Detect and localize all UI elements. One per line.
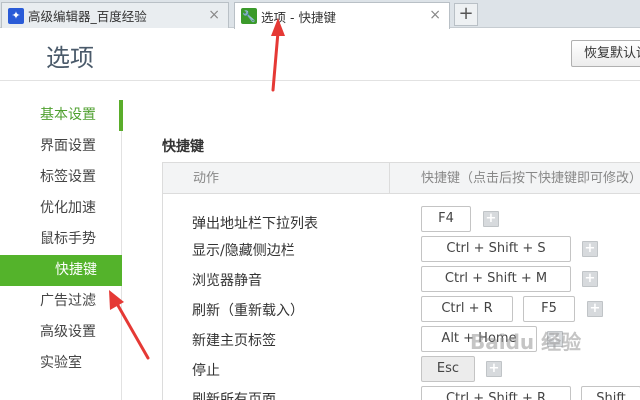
row-label: 刷新所有页面 — [192, 392, 276, 400]
sidebar-item-label: 基本设置 — [40, 107, 96, 123]
row-label: 显示/隐藏侧边栏 — [192, 243, 295, 259]
add-shortcut-icon[interactable]: + — [486, 361, 502, 377]
sidebar-item-label: 优化加速 — [40, 200, 96, 216]
sidebar-item-label: 界面设置 — [40, 138, 96, 154]
sidebar-item-label: 快捷键 — [55, 262, 97, 278]
column-header-action: 动作 — [193, 171, 220, 186]
sidebar-item-label: 实验室 — [40, 355, 82, 371]
sidebar-item-label: 标签设置 — [40, 169, 96, 185]
column-header-shortcut: 快捷键（点击后按下快捷键即可修改） — [421, 171, 640, 186]
shortcut-key-field[interactable]: Ctrl + Shift + R — [421, 386, 571, 400]
close-icon[interactable]: × — [429, 7, 441, 23]
row-label: 刷新（重新载入） — [192, 303, 304, 319]
sidebar-item-label: 鼠标手势 — [40, 231, 96, 247]
baidu-watermark: Baidu 经验 — [470, 330, 582, 354]
new-tab-button[interactable]: + — [454, 3, 478, 26]
row-label: 新建主页标签 — [192, 333, 276, 349]
shortcut-key-field[interactable]: Ctrl + Shift + S — [421, 236, 571, 262]
tab-baidu-jingyan[interactable]: ✦ 高级编辑器_百度经验 × — [1, 2, 229, 28]
page-title: 选项 — [46, 44, 94, 72]
sidebar-item-basic[interactable]: 基本设置 — [0, 100, 123, 131]
divider — [0, 80, 640, 81]
close-icon[interactable]: × — [208, 7, 220, 23]
annotation-arrow-sidebar — [109, 290, 150, 360]
add-shortcut-icon[interactable]: + — [582, 241, 598, 257]
table-header: 动作 快捷键（点击后按下快捷键即可修改） — [163, 163, 640, 194]
shortcut-key-field[interactable]: Ctrl + Shift + M — [421, 266, 571, 292]
shortcut-key-field[interactable]: Shift — [581, 386, 640, 400]
shortcut-key-field[interactable]: Ctrl + R — [421, 296, 513, 322]
restore-defaults-button[interactable]: 恢复默认设置 — [571, 40, 640, 67]
sidebar-item-optimize[interactable]: 优化加速 — [0, 193, 122, 224]
paw-icon: ✦ — [8, 7, 24, 24]
sidebar-item-shortcuts[interactable]: 快捷键 — [0, 255, 122, 286]
add-shortcut-icon[interactable]: + — [582, 271, 598, 287]
shortcut-key-field[interactable]: F5 — [523, 296, 575, 322]
row-label: 停止 — [192, 363, 220, 379]
tab-label: 高级编辑器_百度经验 — [28, 9, 147, 24]
row-label: 浏览器静音 — [192, 273, 262, 289]
annotation-arrow-tab — [271, 18, 285, 92]
sidebar-item-gestures[interactable]: 鼠标手势 — [0, 224, 122, 255]
add-shortcut-icon[interactable]: + — [587, 301, 603, 317]
shortcut-key-field[interactable]: F4 — [421, 206, 471, 232]
shortcut-key-field[interactable]: Esc — [421, 356, 475, 382]
section-title: 快捷键 — [162, 139, 204, 155]
wrench-icon: 🔧 — [241, 8, 257, 24]
row-label: 弹出地址栏下拉列表 — [192, 216, 318, 232]
column-divider — [389, 163, 390, 194]
sidebar-item-interface[interactable]: 界面设置 — [0, 131, 122, 162]
sidebar-item-tabs[interactable]: 标签设置 — [0, 162, 122, 193]
tab-bar: ✦ 高级编辑器_百度经验 × 🔧 选项 - 快捷键 × + — [0, 0, 640, 29]
add-shortcut-icon[interactable]: + — [483, 211, 499, 227]
sidebar-item-label: 高级设置 — [40, 324, 96, 340]
sidebar-item-label: 广告过滤 — [40, 293, 96, 309]
